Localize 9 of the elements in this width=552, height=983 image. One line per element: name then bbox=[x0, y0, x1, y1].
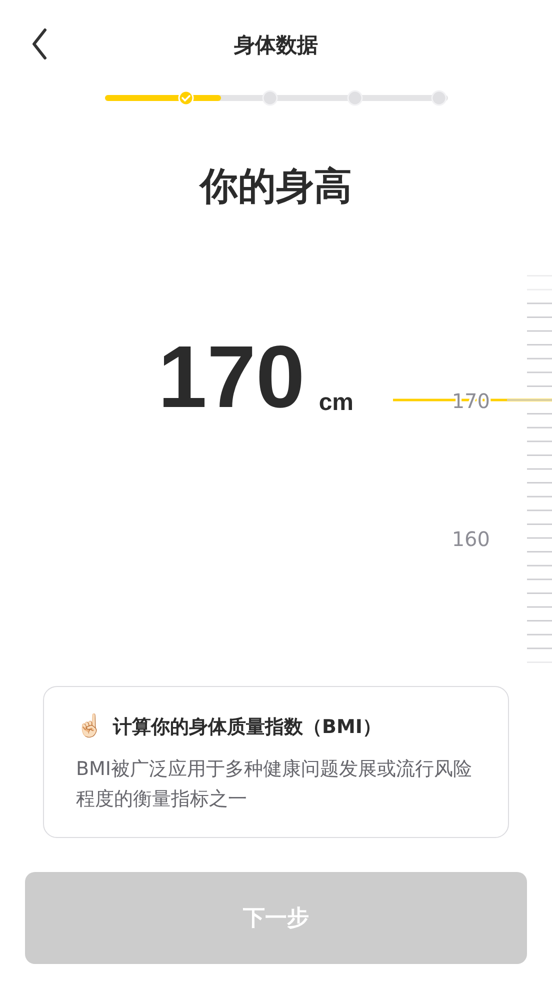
page-title: 身体数据 bbox=[234, 32, 318, 59]
pointing-finger-icon: ☝🏻 bbox=[76, 713, 103, 742]
ruler-label: 160 bbox=[452, 527, 490, 551]
height-value: 170 bbox=[158, 333, 305, 421]
back-icon bbox=[31, 28, 47, 60]
question-heading: 你的身高 bbox=[200, 163, 352, 210]
info-description: BMI被广泛应用于多种健康问题发展或流行风险程度的衡量指标之一 bbox=[76, 756, 474, 812]
unit-label: cm bbox=[318, 391, 354, 415]
info-title: 计算你的身体质量指数（BMI） bbox=[113, 715, 382, 740]
